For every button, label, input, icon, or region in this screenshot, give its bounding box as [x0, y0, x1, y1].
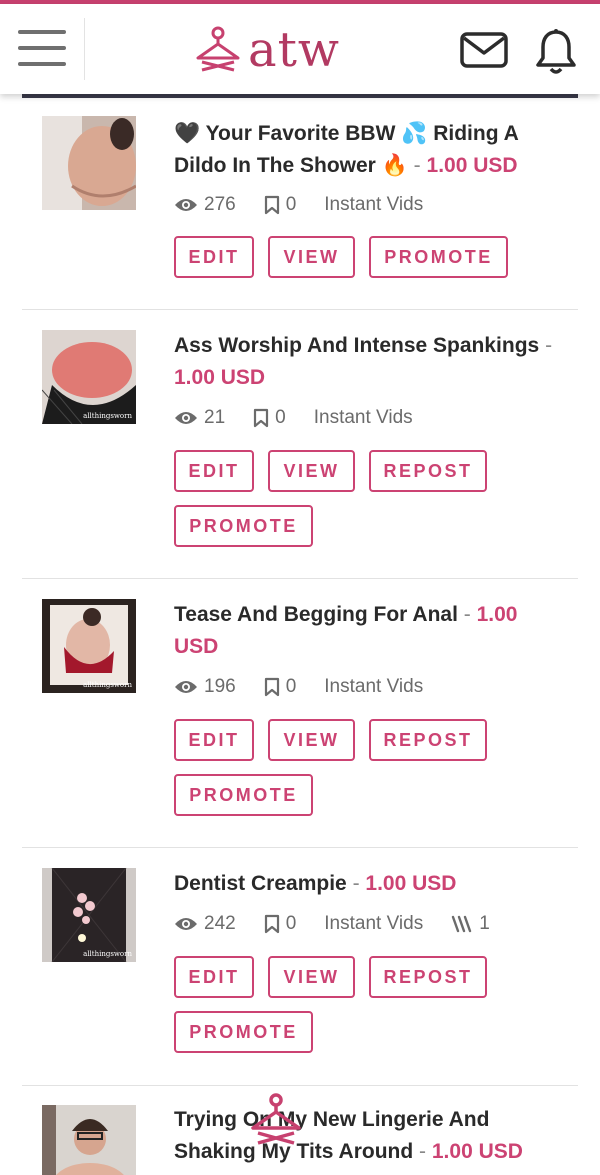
item-stats: 276 0 Instant Vids	[174, 192, 451, 218]
repost-button[interactable]: REPOST	[369, 956, 487, 998]
app-header: atw	[0, 4, 600, 94]
edit-button[interactable]: EDIT	[174, 450, 254, 492]
repost-button[interactable]: REPOST	[369, 450, 487, 492]
eye-icon	[175, 681, 197, 693]
price-label: 1.00 USD	[431, 1140, 523, 1163]
title-text: Dentist Creampie	[174, 872, 347, 895]
category-label: Instant Vids	[324, 913, 424, 934]
edit-button[interactable]: EDIT	[174, 956, 254, 998]
list-item: allthingsworn Dentist Creampie - 1.00 US…	[0, 848, 600, 1086]
hamburger-menu-icon[interactable]	[18, 30, 66, 70]
edit-button[interactable]: EDIT	[174, 719, 254, 761]
view-button[interactable]: VIEW	[268, 719, 355, 761]
item-stats: 242 0 Instant Vids 1	[174, 911, 518, 937]
saves-count: 0	[285, 194, 297, 215]
saves-count: 0	[285, 913, 297, 934]
hanger-logo-icon	[196, 26, 240, 72]
category-label: Instant Vids	[313, 407, 413, 428]
video-thumbnail[interactable]: allthingsworn	[42, 868, 136, 962]
promote-button[interactable]: PROMOTE	[369, 236, 508, 278]
view-button[interactable]: VIEW	[268, 450, 355, 492]
title-dash: -	[413, 154, 421, 177]
category-label: Instant Vids	[324, 194, 424, 215]
item-title[interactable]: Ass Worship And Intense Spankings - 1.00…	[174, 330, 564, 394]
title-dash: -	[463, 603, 471, 626]
title-text: Ass Worship And Intense Spankings	[174, 334, 540, 357]
promote-button[interactable]: PROMOTE	[174, 774, 313, 816]
bell-icon[interactable]	[534, 28, 578, 76]
list-item: allthingsworn Ass Worship And Intense Sp…	[0, 310, 600, 579]
bookmark-icon	[254, 408, 269, 428]
item-title[interactable]: Dentist Creampie - 1.00 USD	[174, 868, 564, 900]
item-stats: 196 0 Instant Vids	[174, 674, 451, 700]
eye-icon	[175, 199, 197, 211]
item-title[interactable]: Tease And Begging For Anal - 1.00 USD	[174, 599, 564, 663]
video-thumbnail[interactable]	[42, 1105, 136, 1175]
logo-text: atw	[248, 22, 340, 78]
bookmark-icon	[264, 195, 279, 215]
views-count: 21	[204, 407, 226, 428]
title-dash: -	[419, 1140, 427, 1163]
category-label: Instant Vids	[324, 676, 424, 697]
eye-icon	[175, 918, 197, 930]
video-thumbnail[interactable]: allthingsworn	[42, 330, 136, 424]
promote-button[interactable]: PROMOTE	[174, 505, 313, 547]
video-thumbnail[interactable]	[42, 116, 136, 210]
views-count: 276	[204, 194, 236, 215]
item-title[interactable]: 🖤 Your Favorite BBW 💦 Riding A Dildo In …	[174, 118, 564, 182]
views-count: 242	[204, 913, 236, 934]
view-button[interactable]: VIEW	[268, 956, 355, 998]
item-title[interactable]: Trying On My New Lingerie And Shaking My…	[174, 1104, 564, 1168]
price-label: 1.00 USD	[174, 366, 266, 389]
eye-icon	[175, 412, 197, 424]
logo[interactable]: atw	[192, 22, 340, 78]
saves-count: 0	[275, 407, 286, 428]
bookmark-icon	[264, 677, 279, 697]
hanger-fab-icon[interactable]	[248, 1092, 304, 1148]
video-thumbnail[interactable]: allthingsworn	[42, 599, 136, 693]
list-item: 🖤 Your Favorite BBW 💦 Riding A Dildo In …	[0, 98, 600, 310]
envelope-icon[interactable]	[460, 32, 508, 68]
item-stats: 21 0 Instant Vids	[174, 405, 441, 431]
svg-text:allthingsworn: allthingsworn	[83, 412, 132, 420]
views-count: 196	[204, 676, 236, 697]
list-item: allthingsworn Tease And Begging For Anal…	[0, 579, 600, 848]
title-dash: -	[352, 872, 360, 895]
price-label: 1.00 USD	[426, 154, 518, 177]
sales-count: 1	[479, 913, 490, 934]
promote-button[interactable]: PROMOTE	[174, 1011, 313, 1053]
svg-text:allthingsworn: allthingsworn	[83, 681, 132, 689]
saves-count: 0	[285, 676, 297, 697]
view-button[interactable]: VIEW	[268, 236, 355, 278]
title-dash: -	[545, 334, 553, 357]
edit-button[interactable]: EDIT	[174, 236, 254, 278]
bookmark-icon	[264, 914, 279, 934]
title-text: Tease And Begging For Anal	[174, 603, 458, 626]
price-label: 1.00 USD	[365, 872, 457, 895]
svg-text:allthingsworn: allthingsworn	[83, 950, 132, 958]
header-divider	[84, 18, 85, 80]
sales-icon	[452, 915, 472, 933]
repost-button[interactable]: REPOST	[369, 719, 487, 761]
